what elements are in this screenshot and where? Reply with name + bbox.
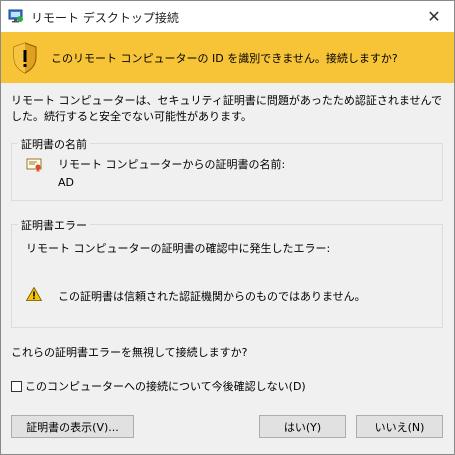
warning-banner: このリモート コンピューターの ID を識別できません。接続しますか? [1, 32, 454, 83]
title-bar: リモート デスクトップ接続 ✕ [1, 1, 454, 32]
cert-error-label: リモート コンピューターの証明書の確認中に発生したエラー: [26, 242, 331, 255]
view-certificate-button[interactable]: 証明書の表示(V)... [11, 415, 134, 438]
dont-ask-again-row[interactable]: このコンピューターへの接続について今後確認しない(D) [11, 378, 306, 394]
close-icon: ✕ [427, 7, 441, 26]
cert-name-legend: 証明書の名前 [18, 136, 90, 152]
dont-ask-again-checkbox[interactable] [11, 380, 22, 392]
close-button[interactable]: ✕ [414, 1, 454, 32]
warning-icon [26, 287, 42, 301]
rdp-warning-dialog: リモート デスクトップ接続 ✕ このリモート コンピューターの ID を識別でき… [0, 0, 455, 455]
cert-error-legend: 証明書エラー [18, 217, 90, 233]
window-title: リモート デスクトップ接続 [31, 11, 179, 25]
banner-message: このリモート コンピューターの ID を識別できません。接続しますか? [51, 52, 398, 65]
security-shield-icon [13, 42, 37, 74]
yes-button[interactable]: はい(Y) [259, 415, 346, 438]
dont-ask-again-label[interactable]: このコンピューターへの接続について今後確認しない(D) [25, 378, 306, 394]
intro-text: リモート コンピューターは、セキュリティ証明書に問題があったため認証されませんで… [11, 94, 442, 123]
ignore-question: これらの証明書エラーを無視して接続しますか? [11, 346, 248, 359]
cert-error-group: 証明書エラー リモート コンピューターの証明書の確認中に発生したエラー: この証… [11, 217, 443, 328]
cert-name-value: AD [58, 176, 74, 189]
certificate-icon [26, 158, 42, 172]
remote-desktop-icon [8, 9, 23, 23]
cert-name-group: 証明書の名前 リモート コンピューターからの証明書の名前: AD [11, 136, 443, 201]
cert-name-label: リモート コンピューターからの証明書の名前: [58, 158, 286, 171]
cert-error-text: この証明書は信頼された認証機関からのものではありません。 [58, 290, 366, 303]
no-button[interactable]: いいえ(N) [356, 415, 443, 438]
